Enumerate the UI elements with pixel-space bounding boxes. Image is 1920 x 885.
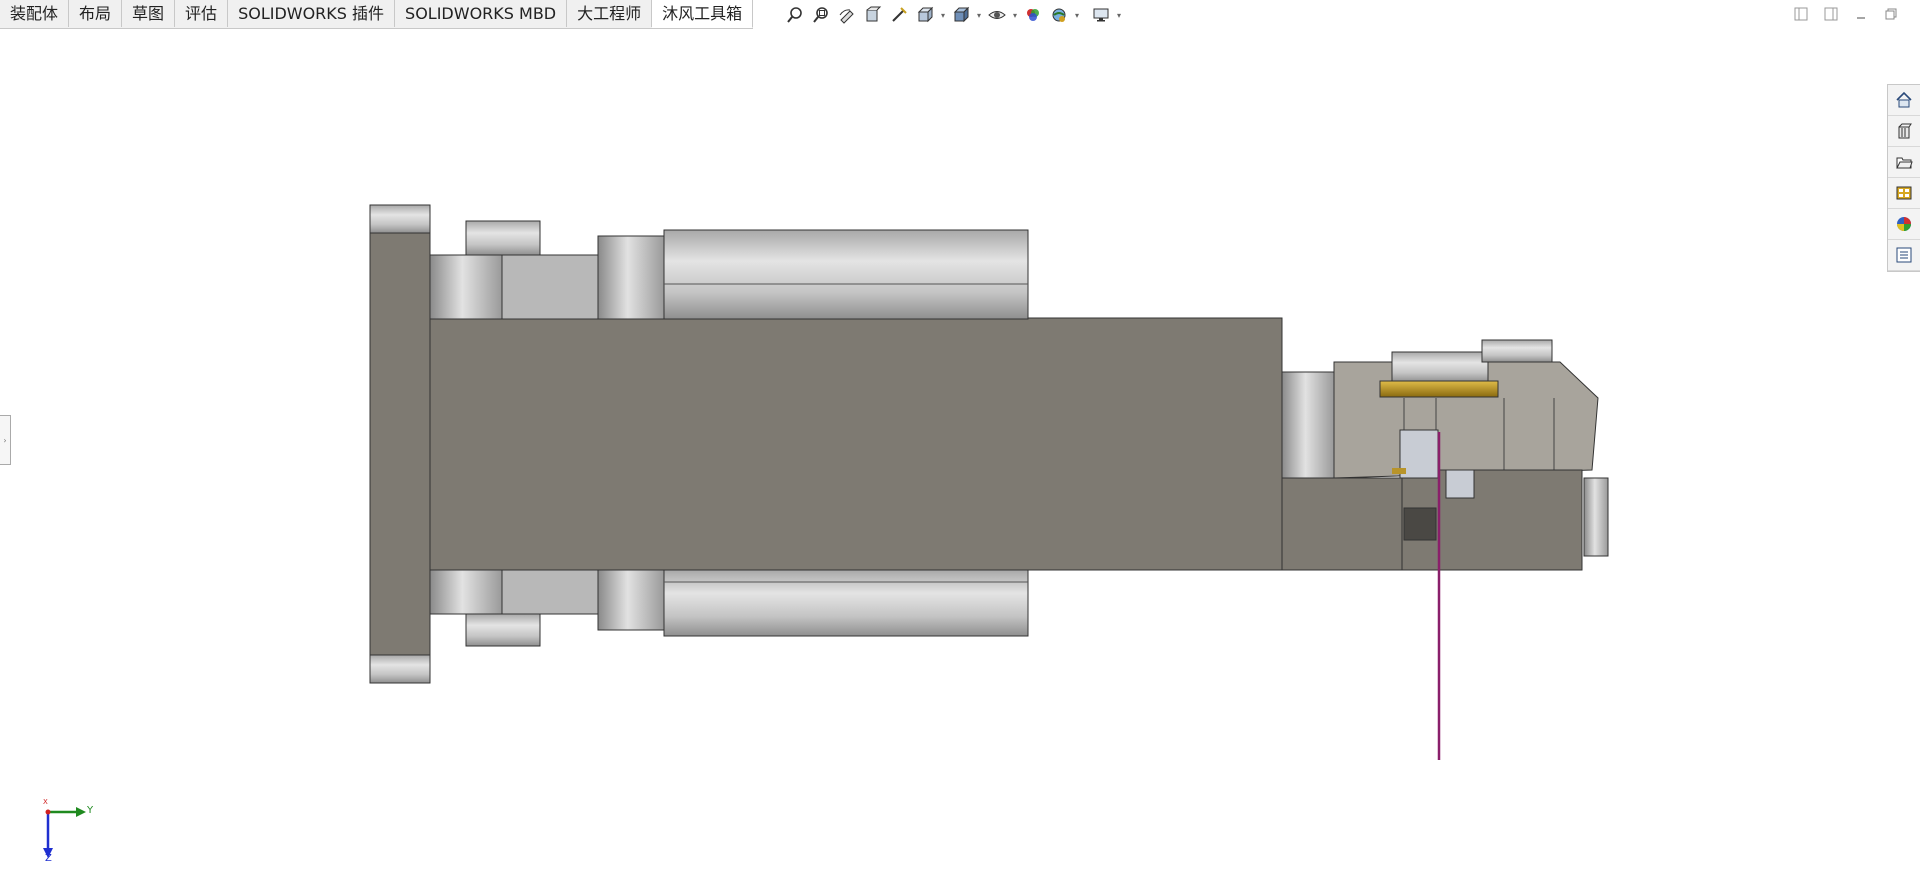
dynamic-annotation-icon[interactable]: [887, 4, 911, 26]
zoom-to-fit-icon[interactable]: [783, 4, 807, 26]
model-drawing: [369, 204, 1609, 760]
view-settings-icon[interactable]: [1089, 4, 1113, 26]
flange-top-cap: [369, 204, 431, 234]
tab-assembly[interactable]: 装配体: [0, 0, 70, 27]
tab-solidworks-addins[interactable]: SOLIDWORKS 插件: [228, 0, 396, 27]
apply-scene-icon[interactable]: [1047, 4, 1071, 26]
view-orientation-dropdown[interactable]: ▾: [939, 4, 947, 26]
edit-appearance-icon[interactable]: [1021, 4, 1045, 26]
main-body-plate: [429, 317, 1283, 571]
lower-small-boss: [465, 613, 541, 647]
lower-collar: [429, 569, 503, 615]
command-manager-tabs: 装配体 布局 草图 评估 SOLIDWORKS 插件 SOLIDWORKS MB…: [0, 0, 754, 29]
lower-end-cap: [597, 569, 665, 631]
brass-pin: [1392, 468, 1406, 474]
upper-end-cap: [597, 235, 665, 320]
side-nut: [1583, 477, 1609, 557]
tab-layout[interactable]: 布局: [69, 0, 123, 27]
tab-evaluate[interactable]: 评估: [175, 0, 229, 27]
upper-small-boss: [465, 220, 541, 256]
lower-rod: [501, 569, 599, 615]
small-block: [1445, 469, 1475, 499]
tab-sketch[interactable]: 草图: [122, 0, 176, 27]
triad-x-label: X: [43, 798, 48, 806]
reference-triad: Y Z X: [40, 798, 110, 865]
triad-z-label: Z: [45, 853, 52, 864]
upper-rod: [501, 254, 599, 320]
lower-barrel: [663, 569, 1029, 637]
tab-mufeng-toolbox[interactable]: 沐风工具箱: [652, 0, 754, 28]
previous-view-icon[interactable]: [835, 4, 859, 26]
apply-scene-dropdown[interactable]: ▾: [1073, 4, 1081, 26]
display-style-dropdown[interactable]: ▾: [975, 4, 983, 26]
lower-body-extension: [1281, 477, 1403, 571]
flange: [369, 204, 431, 684]
dark-clip: [1403, 507, 1437, 541]
minimize-icon[interactable]: [1850, 4, 1872, 24]
right-roller-housing: [1281, 371, 1335, 479]
top-knob: [1481, 339, 1553, 363]
tile-right-icon[interactable]: [1820, 4, 1842, 24]
restore-icon[interactable]: [1880, 4, 1902, 24]
section-view-icon[interactable]: [861, 4, 885, 26]
tile-left-icon[interactable]: [1790, 4, 1812, 24]
heads-up-view-toolbar: ▾ ▾ ▾ ▾ ▾: [783, 3, 1123, 27]
tab-solidworks-mbd[interactable]: SOLIDWORKS MBD: [395, 0, 568, 27]
view-settings-dropdown[interactable]: ▾: [1115, 4, 1123, 26]
tab-big-engineer[interactable]: 大工程师: [567, 0, 653, 27]
hide-show-items-icon[interactable]: [985, 4, 1009, 26]
brass-ring: [1379, 380, 1499, 398]
display-style-icon[interactable]: [949, 4, 973, 26]
hide-show-dropdown[interactable]: ▾: [1011, 4, 1019, 26]
upper-barrel: [663, 229, 1029, 320]
zoom-to-area-icon[interactable]: [809, 4, 833, 26]
view-orientation-icon[interactable]: [913, 4, 937, 26]
flange-bottom-cap: [369, 654, 431, 684]
triad-y-label: Y: [87, 805, 94, 816]
top-disc: [1391, 351, 1489, 383]
document-window-controls: [1790, 4, 1902, 24]
upper-collar: [429, 254, 503, 320]
graphics-area[interactable]: [0, 28, 1920, 881]
